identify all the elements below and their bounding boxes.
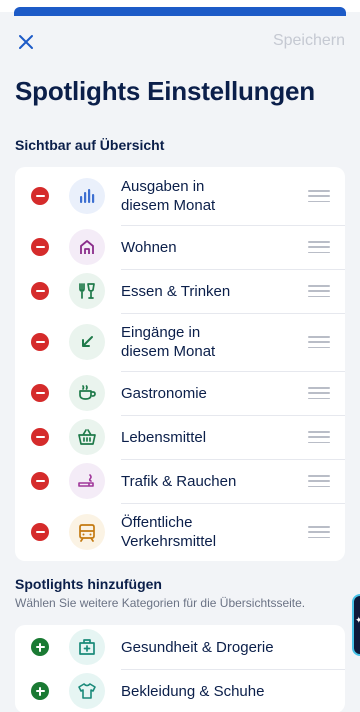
basket-icon bbox=[69, 419, 105, 455]
row-label: Wohnen bbox=[121, 238, 177, 256]
remove-button[interactable] bbox=[31, 187, 49, 205]
arrow-down-left-icon bbox=[69, 324, 105, 360]
remove-button[interactable] bbox=[31, 238, 49, 256]
remove-button[interactable] bbox=[31, 428, 49, 446]
row-label: Bekleidung & Schuhe bbox=[121, 682, 265, 700]
close-icon bbox=[19, 35, 33, 49]
close-button[interactable] bbox=[12, 28, 40, 56]
list-item: Gastronomie bbox=[15, 371, 345, 415]
visible-section-title: Sichtbar auf Übersicht bbox=[15, 137, 165, 153]
drag-handle[interactable] bbox=[308, 285, 330, 297]
list-item[interactable]: Bekleidung & Schuhe bbox=[15, 669, 345, 712]
drag-handle[interactable] bbox=[308, 241, 330, 253]
list-item: Wohnen bbox=[15, 225, 345, 269]
remove-button[interactable] bbox=[31, 523, 49, 541]
list-item[interactable]: Gesundheit & Drogerie bbox=[15, 625, 345, 669]
add-button[interactable] bbox=[31, 682, 49, 700]
add-button[interactable] bbox=[31, 638, 49, 656]
row-label: Essen & Trinken bbox=[121, 282, 231, 300]
row-label: Eingänge in diesem Monat bbox=[121, 324, 216, 360]
remove-button[interactable] bbox=[31, 384, 49, 402]
drag-handle[interactable] bbox=[308, 526, 330, 538]
drag-handle[interactable] bbox=[308, 431, 330, 443]
shirt-icon bbox=[69, 673, 105, 709]
fork-glass-icon bbox=[69, 273, 105, 309]
list-item: Trafik & Rauchen bbox=[15, 459, 345, 503]
drag-handle[interactable] bbox=[308, 336, 330, 348]
add-section-title: Spotlights hinzufügen bbox=[15, 576, 162, 592]
settings-sheet: Speichern Spotlights Einstellungen Sicht… bbox=[0, 16, 360, 712]
page-title: Spotlights Einstellungen bbox=[15, 76, 315, 106]
list-item: Eingänge in diesem Monat bbox=[15, 313, 345, 371]
house-icon bbox=[69, 229, 105, 265]
list-item: Essen & Trinken bbox=[15, 269, 345, 313]
list-item: Ausgaben in diesem Monat bbox=[15, 167, 345, 225]
floating-assistant-button[interactable] bbox=[352, 594, 360, 656]
list-item: Öffentliche Verkehrsmittel bbox=[15, 503, 345, 561]
save-button[interactable]: Speichern bbox=[273, 32, 345, 50]
drag-handle[interactable] bbox=[308, 475, 330, 487]
status-area bbox=[0, 0, 360, 19]
visible-spotlights-list: Ausgaben in diesem Monat Wohnen Essen & … bbox=[15, 167, 345, 561]
bar-chart-icon bbox=[69, 178, 105, 214]
row-label: Gesundheit & Drogerie bbox=[121, 638, 274, 656]
remove-button[interactable] bbox=[31, 282, 49, 300]
add-section-subtitle: Wählen Sie weitere Kategorien für die Üb… bbox=[15, 596, 306, 610]
drag-handle[interactable] bbox=[308, 190, 330, 202]
list-item: Lebensmittel bbox=[15, 415, 345, 459]
add-spotlights-list: Gesundheit & Drogerie Bekleidung & Schuh… bbox=[15, 625, 345, 712]
row-label: Öffentliche Verkehrsmittel bbox=[121, 514, 217, 550]
remove-button[interactable] bbox=[31, 333, 49, 351]
row-label: Lebensmittel bbox=[121, 428, 207, 446]
cigarette-icon bbox=[69, 463, 105, 499]
remove-button[interactable] bbox=[31, 472, 49, 490]
first-aid-kit-icon bbox=[69, 629, 105, 665]
row-label: Ausgaben in diesem Monat bbox=[121, 178, 216, 214]
row-label: Trafik & Rauchen bbox=[121, 472, 237, 490]
coffee-cup-icon bbox=[69, 375, 105, 411]
tram-icon bbox=[69, 514, 105, 550]
sheet-header: Speichern bbox=[0, 16, 360, 68]
row-label: Gastronomie bbox=[121, 384, 207, 402]
drag-handle[interactable] bbox=[308, 387, 330, 399]
